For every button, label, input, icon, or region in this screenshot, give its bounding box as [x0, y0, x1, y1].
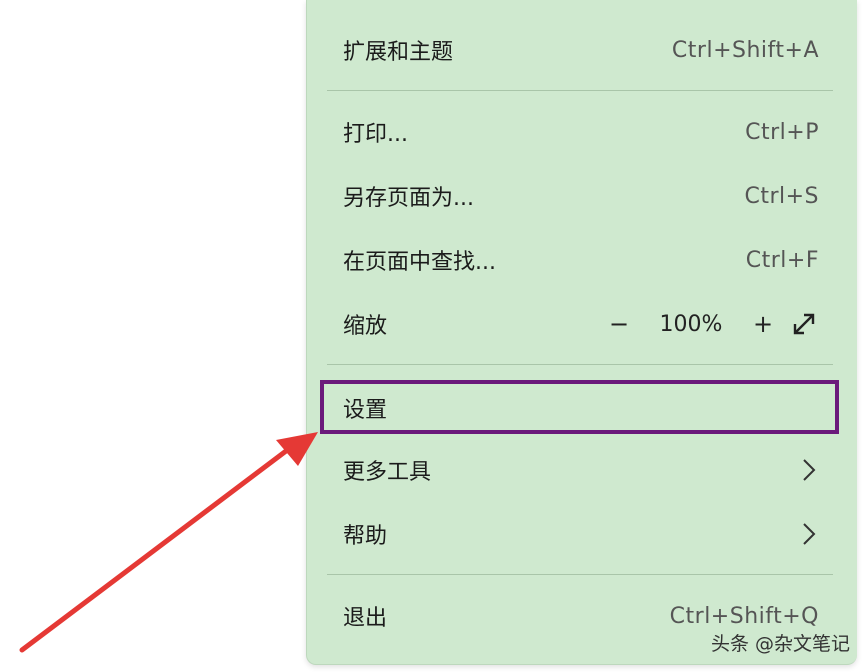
zoom-out-button[interactable]: − — [597, 310, 641, 338]
browser-main-menu: 扩展和主题 Ctrl+Shift+A 打印... Ctrl+P 另存页面为...… — [306, 0, 857, 665]
watermark: 头条 @杂文笔记 — [710, 633, 850, 655]
menu-item-label: 帮助 — [343, 524, 388, 549]
menu-item-zoom: 缩放 − 100% + — [307, 294, 857, 354]
menu-item-help[interactable]: 帮助 — [307, 504, 857, 564]
menu-item-label: 退出 — [343, 606, 388, 631]
menu-separator — [327, 574, 833, 575]
menu-item-settings[interactable]: 设置 — [307, 378, 857, 438]
menu-item-label: 扩展和主题 — [343, 40, 454, 65]
menu-item-extensions-themes[interactable]: 扩展和主题 Ctrl+Shift+A — [307, 20, 857, 80]
menu-item-label: 另存页面为... — [343, 186, 474, 211]
fullscreen-expand-icon[interactable] — [789, 309, 819, 339]
menu-item-shortcut: Ctrl+Shift+A — [671, 37, 819, 63]
menu-item-label: 设置 — [343, 398, 388, 423]
zoom-in-button[interactable]: + — [741, 310, 785, 338]
chevron-right-icon — [799, 519, 819, 549]
menu-item-print[interactable]: 打印... Ctrl+P — [307, 102, 857, 162]
menu-item-find-in-page[interactable]: 在页面中查找... Ctrl+F — [307, 230, 857, 290]
zoom-controls: − 100% + — [597, 309, 819, 339]
menu-item-shortcut: Ctrl+P — [745, 119, 819, 145]
zoom-level: 100% — [659, 311, 723, 337]
chevron-right-icon — [799, 455, 819, 485]
menu-item-save-page-as[interactable]: 另存页面为... Ctrl+S — [307, 166, 857, 226]
menu-item-label: 在页面中查找... — [343, 250, 496, 275]
menu-item-shortcut: Ctrl+S — [744, 183, 819, 209]
menu-separator — [327, 90, 833, 91]
menu-item-shortcut: Ctrl+F — [745, 247, 819, 273]
menu-separator — [327, 364, 833, 365]
menu-item-label: 打印... — [343, 122, 408, 147]
menu-item-label: 更多工具 — [343, 460, 432, 485]
menu-item-more-tools[interactable]: 更多工具 — [307, 440, 857, 500]
menu-item-label: 缩放 — [343, 314, 388, 339]
menu-item-shortcut: Ctrl+Shift+Q — [669, 603, 819, 629]
